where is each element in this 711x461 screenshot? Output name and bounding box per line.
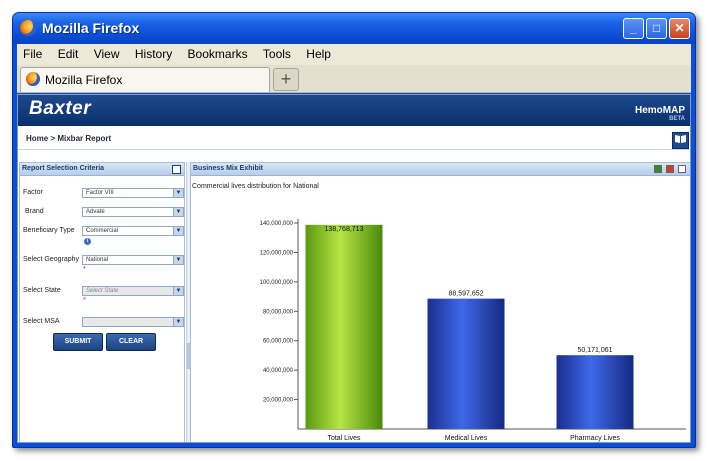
browser-window: Mozilla Firefox _ □ ✕ File Edit View His… [12,12,696,448]
bar-total-lives [305,224,383,429]
tab-strip: Mozilla Firefox + [17,65,691,93]
maximize-button[interactable]: □ [646,18,667,39]
bar-medical-lives [427,298,505,429]
required-marker: * [83,297,86,304]
title-bar[interactable]: Mozilla Firefox _ □ ✕ [13,13,695,44]
excel-export-icon[interactable] [654,165,663,173]
bar-chart: 20,000,000 40,000,000 60,000,000 80,000,000… [260,219,686,442]
brand-label: Brand [25,208,44,215]
y-tick-label: 140,000,000 [260,221,294,227]
y-tick-label: 40,000,000 [263,368,294,374]
chevron-down-icon: ▼ [173,227,183,235]
maximize-panel-icon[interactable] [678,165,686,173]
minimize-button[interactable]: _ [623,18,644,39]
exhibit-panel-header: Business Mix Exhibit [191,163,690,176]
y-tick-label: 100,000,000 [260,280,294,286]
close-button[interactable]: ✕ [669,18,690,39]
book-icon [675,135,686,143]
menu-file[interactable]: File [17,44,48,61]
app-header: Baxter HemoMAP BETA [18,95,690,126]
x-category-label: Total Lives [327,435,361,442]
product-name: HemoMAP [634,105,685,116]
exhibit-panel-title: Business Mix Exhibit [193,165,264,172]
criteria-panel-title: Report Selection Criteria [22,165,105,172]
menu-view[interactable]: View [88,44,126,61]
chevron-down-icon: ▼ [173,287,183,295]
bar-value-label: 50,171,061 [577,347,612,354]
pdf-export-icon[interactable] [666,165,675,173]
y-tick-label: 120,000,000 [260,250,294,256]
brand-select[interactable]: Advate ▼ [82,207,184,217]
breadcrumb[interactable]: Home > Mixbar Report [26,134,111,143]
tab-favicon-icon [26,72,40,86]
menu-edit[interactable]: Edit [52,44,85,61]
geography-value: National [86,257,109,263]
window-title: Mozilla Firefox [42,20,140,36]
msa-label: Select MSA [23,318,60,325]
factor-select[interactable]: Factor VIII ▼ [82,188,184,198]
beta-badge: BETA [669,116,685,122]
help-book-icon[interactable] [672,132,689,149]
firefox-logo-icon [20,20,36,36]
menu-bar: File Edit View History Bookmarks Tools H… [17,44,691,65]
bar-pharmacy-lives [556,355,634,429]
msa-select[interactable]: ▼ [82,317,184,327]
menu-history[interactable]: History [129,44,178,61]
criteria-panel-header: Report Selection Criteria [20,163,184,176]
menu-help[interactable]: Help [300,44,337,61]
geography-label: Select Geography [23,256,80,263]
menu-tools[interactable]: Tools [257,44,297,61]
brand-value: Advate [86,209,105,215]
browser-tab[interactable]: Mozilla Firefox [20,67,270,92]
beneficiary-type-select[interactable]: Commercial ▼ [82,226,184,236]
tab-label: Mozilla Firefox [45,73,123,87]
beneficiary-type-value: Commercial [86,228,119,234]
info-icon[interactable]: i [84,238,91,245]
brand-logo[interactable]: Baxter [29,98,91,120]
state-select[interactable]: Select State ▼ [82,286,184,296]
chevron-down-icon: ▼ [173,189,183,197]
menu-bookmarks[interactable]: Bookmarks [182,44,254,61]
required-marker: * [83,266,86,273]
bar-value-label: 138,768,713 [325,226,364,233]
geography-select[interactable]: National ▼ [82,255,184,265]
y-tick-label: 80,000,000 [263,309,294,315]
export-icons [652,165,686,173]
chevron-down-icon: ▼ [173,318,183,326]
factor-value: Factor VIII [86,190,114,196]
breadcrumb-bar: Home > Mixbar Report [18,126,690,150]
business-mix-panel: Business Mix Exhibit Commercial lives di… [190,162,690,442]
state-label: Select State [23,287,61,294]
beneficiary-type-label: Beneficiary Type [23,227,75,234]
chevron-down-icon: ▼ [173,256,183,264]
chevron-down-icon: ▼ [173,208,183,216]
submit-button[interactable]: SUBMIT [53,333,103,351]
x-category-label: Medical Lives [445,435,488,442]
bar-value-label: 88,597,652 [448,291,483,298]
new-tab-button[interactable]: + [273,68,299,91]
collapse-panel-button[interactable] [172,165,181,174]
page-content: Baxter HemoMAP BETA Home > Mixbar Report… [17,94,691,443]
y-tick-label: 60,000,000 [263,339,294,345]
state-value: Select State [86,288,119,294]
y-tick-label: 20,000,000 [263,398,294,404]
report-criteria-panel: Report Selection Criteria Factor Factor … [19,162,185,442]
factor-label: Factor [23,189,43,196]
clear-button[interactable]: CLEAR [106,333,156,351]
x-category-label: Pharmacy Lives [570,435,620,442]
